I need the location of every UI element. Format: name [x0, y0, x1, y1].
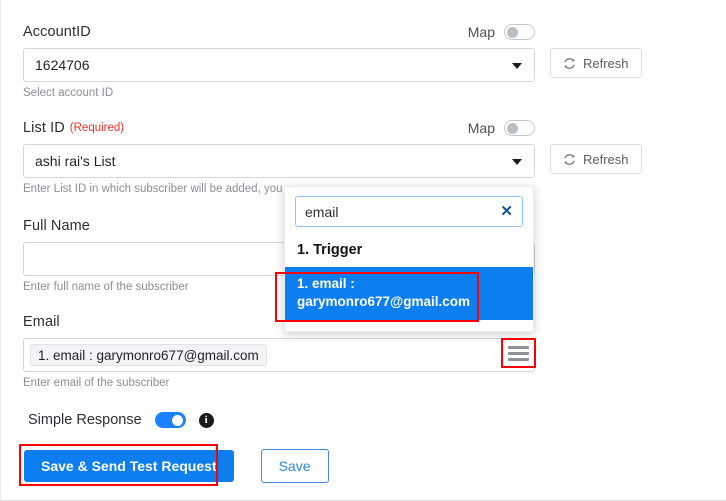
save-and-send-test-request-button[interactable]: Save & Send Test Request [24, 450, 234, 482]
list-id-label-row: List ID (Required) Map [23, 118, 535, 138]
field-mapping-dropdown: email ✕ 1. Trigger 1. email : garymonro6… [284, 186, 534, 332]
chevron-down-icon [512, 159, 522, 165]
account-id-field-group: AccountID Map 1624706 Refresh Select acc… [23, 22, 642, 99]
simple-response-switch[interactable] [154, 412, 186, 428]
list-id-refresh-button[interactable]: Refresh [550, 144, 642, 174]
list-id-map-label: Map [467, 120, 495, 136]
email-input[interactable]: 1. email : garymonro677@gmail.com [23, 338, 535, 372]
account-id-map-switch[interactable] [504, 24, 535, 40]
switch-knob-icon [507, 123, 518, 134]
email-help-text: Enter email of the subscriber [23, 377, 170, 389]
account-id-help-text: Select account ID [23, 87, 114, 99]
email-label: Email [23, 314, 60, 330]
save-button[interactable]: Save [260, 449, 329, 483]
account-id-map-label: Map [467, 24, 495, 40]
account-id-refresh-label: Refresh [583, 55, 629, 71]
switch-knob-icon [171, 415, 183, 426]
account-id-label: AccountID [23, 24, 91, 40]
info-icon[interactable]: i [198, 412, 214, 428]
hamburger-icon [508, 345, 529, 361]
list-id-map-switch[interactable] [504, 120, 535, 136]
simple-response-label: Simple Response [28, 412, 142, 428]
refresh-icon [564, 153, 575, 165]
full-name-label: Full Name [23, 218, 90, 234]
dropdown-search-wrap: email ✕ [285, 187, 533, 235]
account-id-select[interactable]: 1624706 [23, 48, 535, 82]
list-id-control-row: ashi rai's List Refresh [23, 144, 642, 178]
list-id-value: ashi rai's List [35, 153, 116, 169]
clear-icon[interactable]: ✕ [500, 204, 513, 219]
account-id-value: 1624706 [35, 57, 90, 73]
dropdown-footer-space [285, 320, 533, 331]
dropdown-search-input[interactable]: email [305, 204, 500, 220]
email-map-fields-button[interactable] [501, 338, 536, 368]
list-id-required-marker: (Required) [69, 122, 125, 134]
email-token-chip[interactable]: 1. email : garymonro677@gmail.com [30, 344, 267, 366]
list-id-map-toggle-group[interactable]: Map [468, 120, 535, 136]
refresh-icon [564, 57, 575, 69]
list-id-select[interactable]: ashi rai's List [23, 144, 535, 178]
dropdown-item-email[interactable]: 1. email : garymonro677@gmail.com [285, 267, 533, 320]
account-id-label-row: AccountID Map [23, 22, 535, 42]
dropdown-search-box[interactable]: email ✕ [295, 196, 523, 227]
list-id-label: List ID [23, 120, 65, 136]
account-id-control-row: 1624706 Refresh [23, 48, 642, 82]
list-id-field-group: List ID (Required) Map ashi rai's List R… [23, 118, 642, 195]
account-id-refresh-button[interactable]: Refresh [550, 48, 642, 78]
chevron-down-icon [512, 63, 522, 69]
simple-response-row: Simple Response i [28, 412, 214, 428]
form-action-buttons: Save & Send Test Request Save [24, 449, 329, 483]
email-control-row: 1. email : garymonro677@gmail.com [23, 338, 535, 372]
dropdown-group-header: 1. Trigger [297, 242, 363, 258]
account-id-map-toggle-group[interactable]: Map [468, 24, 535, 40]
switch-knob-icon [507, 27, 518, 38]
integration-form-panel: AccountID Map 1624706 Refresh Select acc… [0, 0, 726, 501]
list-id-refresh-label: Refresh [583, 151, 629, 167]
